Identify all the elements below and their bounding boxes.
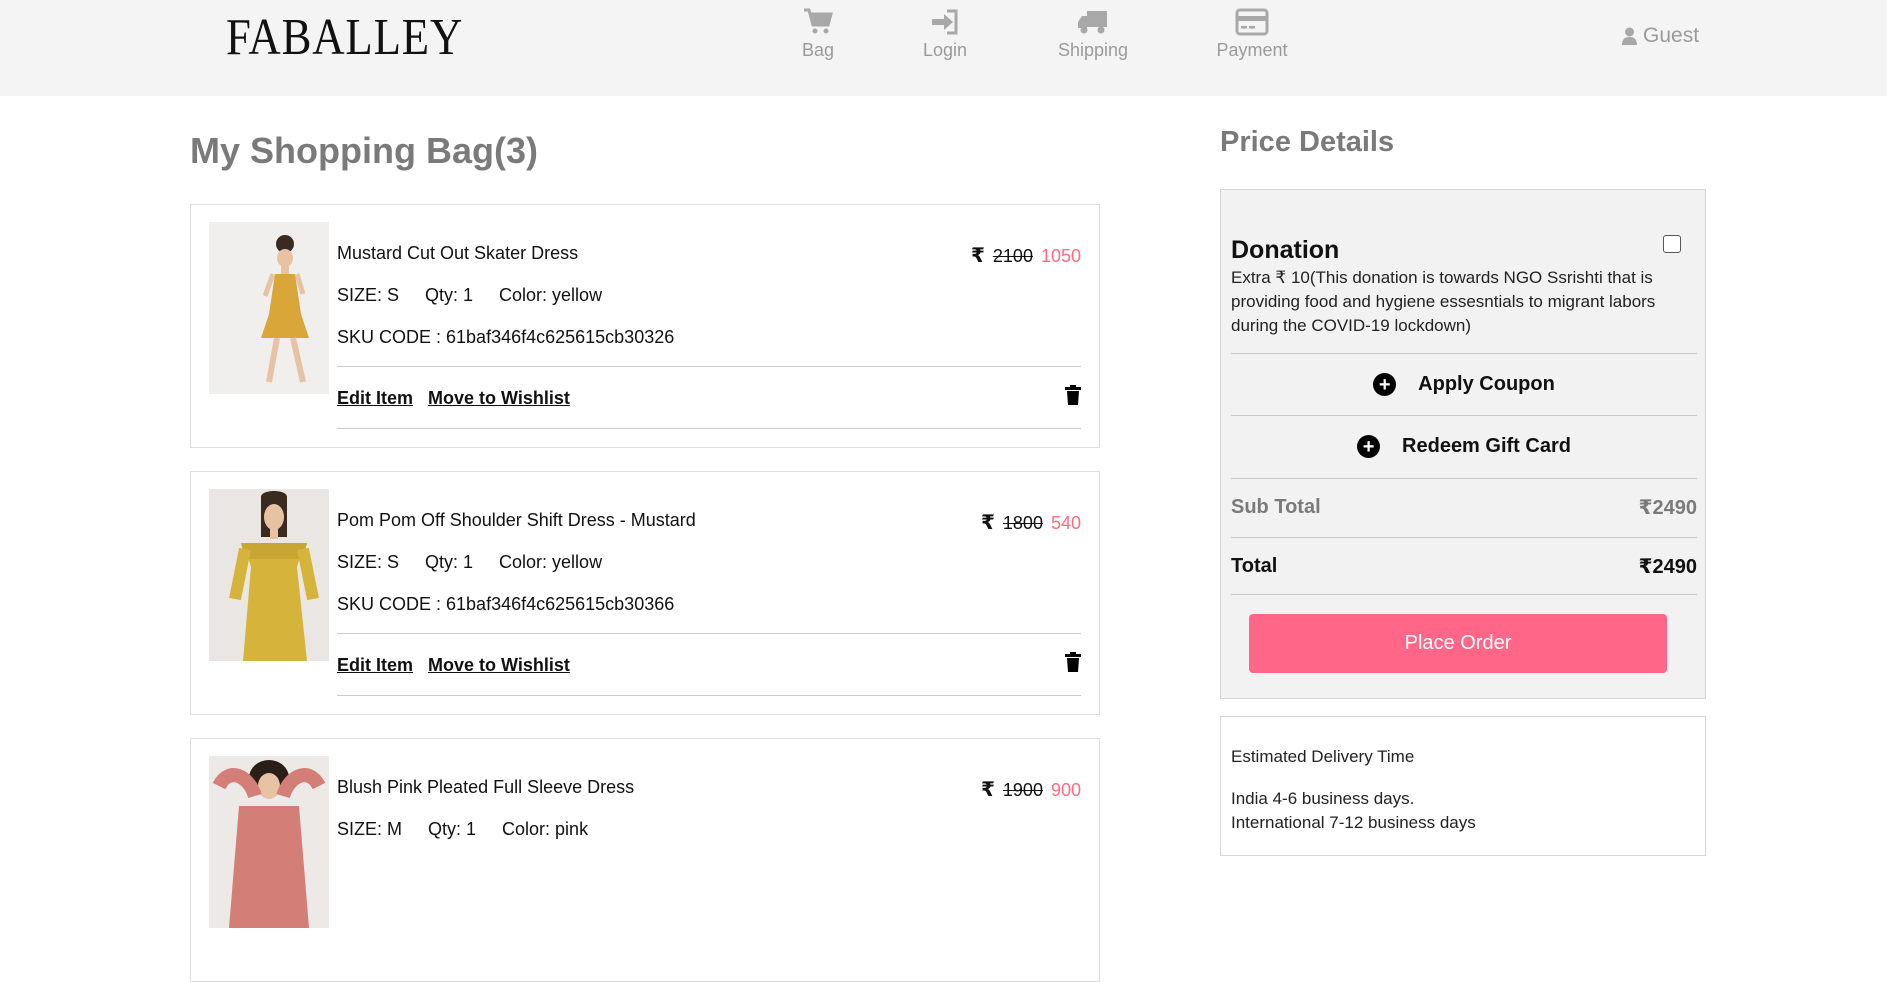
step-bag[interactable]: Bag [798, 8, 838, 61]
product-image[interactable] [209, 756, 329, 928]
page-title: My Shopping Bag(3) [190, 130, 538, 171]
price-details-title: Price Details [1220, 126, 1395, 158]
step-login[interactable]: Login [920, 8, 970, 61]
subtotal-label: Sub Total [1231, 496, 1321, 518]
item-actions: Edit Item Move to Wishlist [337, 366, 1081, 429]
total-row: Total ₹2490 [1231, 537, 1697, 595]
trash-icon[interactable] [1065, 385, 1081, 405]
original-price: 1800 [1002, 513, 1043, 533]
delivery-info: Estimated Delivery Time India 4-6 busine… [1220, 716, 1706, 856]
original-price: 1900 [1002, 780, 1043, 800]
apply-coupon-button[interactable]: + Apply Coupon [1231, 353, 1697, 415]
donation-description: Extra ₹ 10(This donation is towards NGO … [1231, 268, 1656, 335]
product-color: Color: pink [502, 819, 589, 839]
bag-item: Pom Pom Off Shoulder Shift Dress - Musta… [190, 471, 1100, 715]
move-to-wishlist-link[interactable]: Move to Wishlist [428, 388, 570, 409]
step-shipping[interactable]: Shipping [1056, 8, 1130, 61]
edit-item-link[interactable]: Edit Item [337, 388, 413, 409]
product-size: SIZE: S [337, 552, 400, 572]
product-attributes: SIZE: M Qty: 1 Color: pink [337, 819, 588, 840]
currency-symbol: ₹ [970, 245, 985, 267]
total-value: ₹2490 [1638, 555, 1697, 578]
product-sku: SKU CODE : 61baf346f4c625615cb30326 [337, 327, 675, 347]
product-sku: SKU CODE : 61baf346f4c625615cb30366 [337, 594, 675, 614]
guest-account[interactable]: Guest [1622, 24, 1699, 48]
step-shipping-label: Shipping [1057, 40, 1129, 60]
product-name[interactable]: Pom Pom Off Shoulder Shift Dress - Musta… [337, 510, 696, 531]
delivery-title: Estimated Delivery Time [1231, 747, 1415, 766]
total-label: Total [1231, 554, 1278, 577]
product-size: SIZE: M [337, 819, 403, 839]
delivery-india: India 4-6 business days. [1231, 789, 1415, 808]
currency-symbol: ₹ [980, 512, 995, 534]
currency-symbol: ₹ [980, 779, 995, 801]
cart-icon [804, 8, 833, 34]
product-name[interactable]: Blush Pink Pleated Full Sleeve Dress [337, 777, 634, 798]
product-image[interactable] [209, 222, 329, 394]
step-login-label: Login [922, 40, 968, 60]
subtotal-value: ₹2490 [1638, 497, 1697, 519]
move-to-wishlist-link[interactable]: Move to Wishlist [428, 655, 570, 676]
product-price: ₹ 1800 540 [981, 510, 1081, 535]
edit-item-link[interactable]: Edit Item [337, 655, 413, 676]
sale-price: 900 [1050, 780, 1081, 800]
plus-circle-icon: + [1373, 373, 1397, 396]
donation-title: Donation [1231, 236, 1340, 264]
product-color: Color: yellow [499, 552, 603, 572]
sale-price: 540 [1050, 513, 1081, 533]
product-qty: Qty: 1 [425, 285, 474, 305]
plus-circle-icon: + [1357, 435, 1381, 458]
credit-card-icon [1235, 8, 1269, 36]
item-actions: Edit Item Move to Wishlist [337, 633, 1081, 696]
product-qty: Qty: 1 [428, 819, 477, 839]
apply-coupon-label: Apply Coupon [1418, 373, 1555, 395]
step-payment-label: Payment [1216, 40, 1288, 60]
product-name[interactable]: Mustard Cut Out Skater Dress [337, 243, 578, 264]
product-price: ₹ 2100 1050 [971, 243, 1081, 268]
guest-label: Guest [1643, 24, 1700, 47]
bag-item: Mustard Cut Out Skater Dress ₹ 2100 1050… [190, 204, 1100, 448]
trash-icon[interactable] [1065, 652, 1081, 672]
sign-in-icon [932, 9, 958, 35]
sale-price: 1050 [1040, 246, 1081, 266]
donation-checkbox[interactable] [1663, 235, 1681, 253]
redeem-gift-card-label: Redeem Gift Card [1402, 435, 1571, 457]
step-payment[interactable]: Payment [1216, 8, 1288, 61]
bag-item: Blush Pink Pleated Full Sleeve Dress ₹ 1… [190, 738, 1100, 982]
delivery-international: International 7-12 business days [1231, 813, 1476, 832]
place-order-button[interactable]: Place Order [1249, 614, 1667, 673]
user-icon [1622, 27, 1637, 45]
price-details-panel: Donation Extra ₹ 10(This donation is tow… [1220, 189, 1706, 699]
product-attributes: SIZE: S Qty: 1 Color: yellow [337, 285, 602, 306]
original-price: 2100 [992, 246, 1033, 266]
product-size: SIZE: S [337, 285, 400, 305]
product-qty: Qty: 1 [425, 552, 474, 572]
brand-logo[interactable]: FABALLEY [226, 8, 463, 67]
product-image[interactable] [209, 489, 329, 661]
product-price: ₹ 1900 900 [981, 777, 1081, 802]
product-attributes: SIZE: S Qty: 1 Color: yellow [337, 552, 602, 573]
subtotal-row: Sub Total ₹2490 [1231, 478, 1697, 536]
product-color: Color: yellow [499, 285, 603, 305]
site-header: FABALLEY Bag Login Shipping Payment Gues… [0, 0, 1887, 96]
step-bag-label: Bag [801, 40, 835, 60]
redeem-gift-card-button[interactable]: + Redeem Gift Card [1231, 415, 1697, 477]
truck-icon [1078, 11, 1107, 34]
